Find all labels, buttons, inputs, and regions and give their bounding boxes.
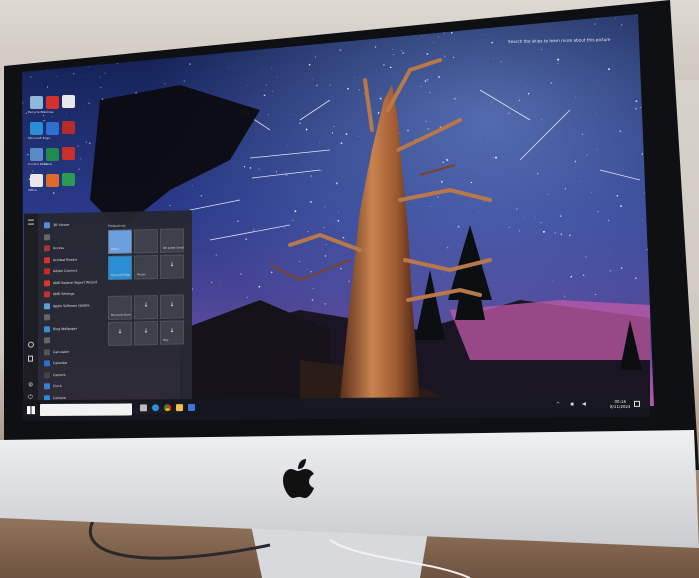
photo-scene: Search the skies to learn more about thi… xyxy=(0,0,699,578)
chin xyxy=(0,430,699,548)
apple-logo xyxy=(283,459,314,498)
imac-body xyxy=(0,0,699,578)
